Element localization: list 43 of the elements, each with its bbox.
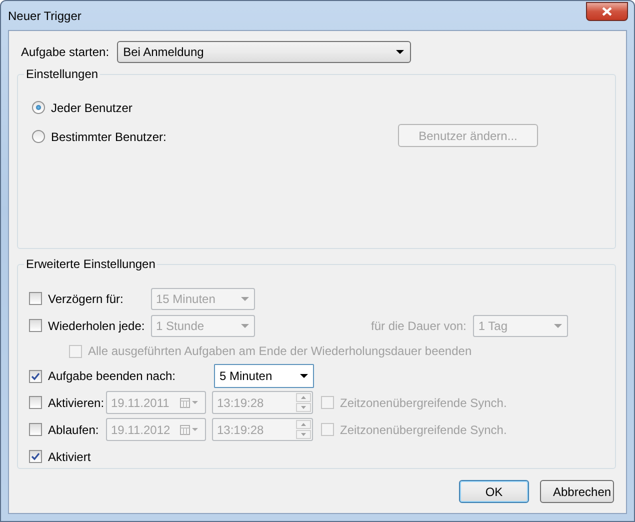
spin-up-button[interactable] <box>296 393 311 402</box>
option-label: Jeder Benutzer <box>51 100 134 114</box>
group-title: Einstellungen <box>25 67 100 81</box>
window-title: Neuer Trigger <box>8 8 82 22</box>
caret-icon <box>554 324 562 328</box>
caret-icon <box>396 50 404 54</box>
field-label: Aufgabe starten: <box>21 44 110 58</box>
down-arrow-icon <box>301 433 306 436</box>
option-label: Aktiviert <box>48 450 91 464</box>
radio-button[interactable] <box>32 130 45 143</box>
duration-dropdown[interactable]: 5 Minuten <box>214 364 314 388</box>
close-icon <box>602 7 612 16</box>
option-label: Bestimmter Benutzer: <box>51 130 168 144</box>
checkbox[interactable] <box>29 370 42 382</box>
dialog-button[interactable]: Abbrechen <box>540 480 614 503</box>
group-title: Erweiterte Einstellungen <box>25 257 156 271</box>
check-icon <box>31 452 40 461</box>
spin-down-button[interactable] <box>296 430 311 439</box>
up-arrow-icon <box>301 423 306 426</box>
spin-down-button[interactable] <box>296 403 311 412</box>
option-label: Aktivieren: <box>48 396 106 410</box>
option-label: Aufgabe beenden nach: <box>48 369 176 383</box>
radio-button[interactable] <box>32 101 45 114</box>
option-label: Verzögern für: <box>48 292 124 306</box>
caret-icon <box>241 324 249 328</box>
option-label: Zeitzonenübergreifende Synch. <box>340 422 507 436</box>
duration-label: für die Dauer von: <box>371 318 466 332</box>
option-label: Ablaufen: <box>48 422 100 436</box>
calendar-icon <box>180 424 200 434</box>
calendar-icon <box>180 398 200 408</box>
option-label: Zeitzonenübergreifende Synch. <box>340 396 507 410</box>
trigger-dropdown[interactable]: Bei Anmeldung <box>117 40 412 62</box>
dialog-button[interactable]: OK <box>459 480 529 503</box>
option-label: Wiederholen jede: <box>48 318 146 332</box>
down-arrow-icon <box>301 406 306 409</box>
caret-icon <box>300 374 308 378</box>
checkbox[interactable] <box>29 450 42 463</box>
check-icon <box>31 372 40 380</box>
spin-up-button[interactable] <box>296 420 311 429</box>
option-label: Alle ausgeführten Aufgaben am Ende der Wiederholungsdauer beenden <box>88 344 472 358</box>
close-button[interactable] <box>586 2 628 21</box>
up-arrow-icon <box>301 396 306 399</box>
caret-icon <box>241 296 249 300</box>
